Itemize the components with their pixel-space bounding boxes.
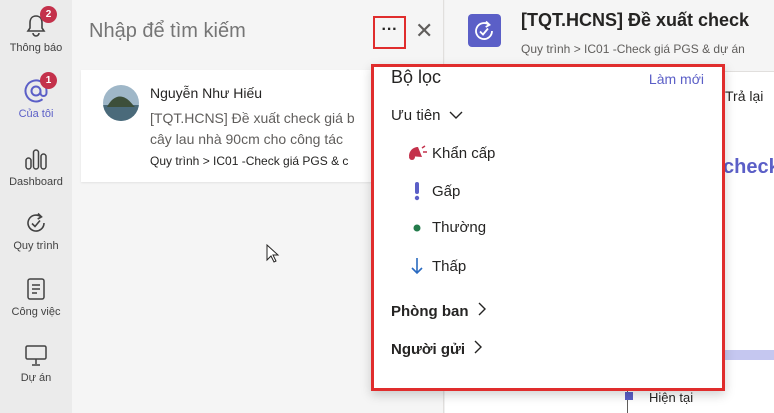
close-button[interactable]: ✕ — [415, 18, 433, 44]
chevron-right-icon — [477, 302, 487, 320]
breadcrumb[interactable]: Quy trình > IC01 -Check giá PGS & dự án — [521, 42, 745, 56]
close-icon: ✕ — [415, 18, 434, 43]
rail-item-dashboard[interactable]: Dashboard — [0, 146, 72, 188]
rail-item-label: Của tôi — [18, 108, 54, 120]
rail-item-label: Dashboard — [9, 176, 63, 188]
option-label: Thấp — [432, 257, 467, 275]
detail-header: [TQT.HCNS] Đề xuất check Quy trình > IC0… — [445, 0, 774, 72]
now-marker-icon — [625, 392, 633, 400]
process-icon — [23, 210, 49, 236]
priority-section-toggle[interactable]: Ưu tiên — [391, 107, 463, 124]
rail-item-notifications[interactable]: 2 Thông báo — [0, 6, 72, 54]
bell-icon: 2 — [23, 6, 57, 38]
task-list-icon — [23, 276, 49, 302]
priority-label: Ưu tiên — [391, 107, 441, 124]
rail-item-projects[interactable]: Dự án — [0, 342, 72, 384]
left-rail: 2 Thông báo 1 Của tôi Dashboard Quy trìn… — [0, 0, 72, 413]
priority-option-urgent[interactable]: Khẩn cấp — [404, 144, 495, 162]
mine-badge: 1 — [40, 72, 57, 89]
presentation-icon — [23, 342, 49, 368]
rail-item-process[interactable]: Quy trình — [0, 210, 72, 252]
rail-item-tasks[interactable]: Công việc — [0, 276, 72, 318]
rail-item-mine[interactable]: 1 Của tôi — [0, 72, 72, 120]
rail-item-label: Dự án — [20, 372, 52, 384]
option-label: Khẩn cấp — [432, 144, 496, 162]
priority-option-low[interactable]: Thấp — [404, 257, 466, 275]
department-label: Phòng ban — [391, 302, 469, 320]
now-label: Hiện tại — [649, 390, 694, 405]
more-options-button[interactable]: ··· — [373, 16, 406, 49]
filter-dropdown: Bộ lọc Làm mới Ưu tiên Khẩn cấp Gấp Thườ… — [371, 64, 725, 391]
notification-badge: 2 — [40, 6, 57, 23]
dot-icon — [404, 223, 430, 233]
option-label: Thường — [432, 219, 487, 236]
priority-option-normal[interactable]: Thường — [404, 219, 486, 236]
at-icon: 1 — [23, 72, 57, 104]
arrow-down-icon — [404, 257, 430, 275]
urgent-icon — [404, 144, 430, 162]
sender-section-toggle[interactable]: Người gửi — [391, 340, 483, 358]
process-app-icon — [468, 14, 501, 47]
rail-item-label: Quy trình — [13, 240, 59, 252]
exclamation-icon — [404, 181, 430, 201]
rail-item-label: Thông báo — [9, 42, 63, 54]
mouse-cursor-icon — [266, 243, 280, 269]
priority-option-high[interactable]: Gấp — [404, 181, 460, 201]
sender-name: Nguyễn Như Hiếu — [150, 85, 263, 101]
bar-chart-icon — [23, 146, 49, 172]
rail-item-label: Công việc — [11, 306, 61, 318]
filter-title: Bộ lọc — [391, 67, 442, 87]
sender-label: Người gửi — [391, 340, 466, 358]
more-icon: ··· — [381, 21, 398, 38]
chevron-down-icon — [449, 107, 463, 124]
chevron-right-icon — [473, 340, 483, 358]
search-bar: ··· ✕ — [72, 0, 444, 64]
avatar — [103, 85, 139, 121]
detail-title: [TQT.HCNS] Đề xuất check — [521, 10, 750, 30]
reply-button[interactable]: Trả lại — [725, 88, 763, 104]
search-input[interactable] — [89, 20, 339, 43]
reset-filter-link[interactable]: Làm mới — [649, 71, 704, 87]
department-section-toggle[interactable]: Phòng ban — [391, 302, 487, 320]
option-label: Gấp — [432, 182, 461, 200]
detail-heading: check — [723, 156, 774, 178]
